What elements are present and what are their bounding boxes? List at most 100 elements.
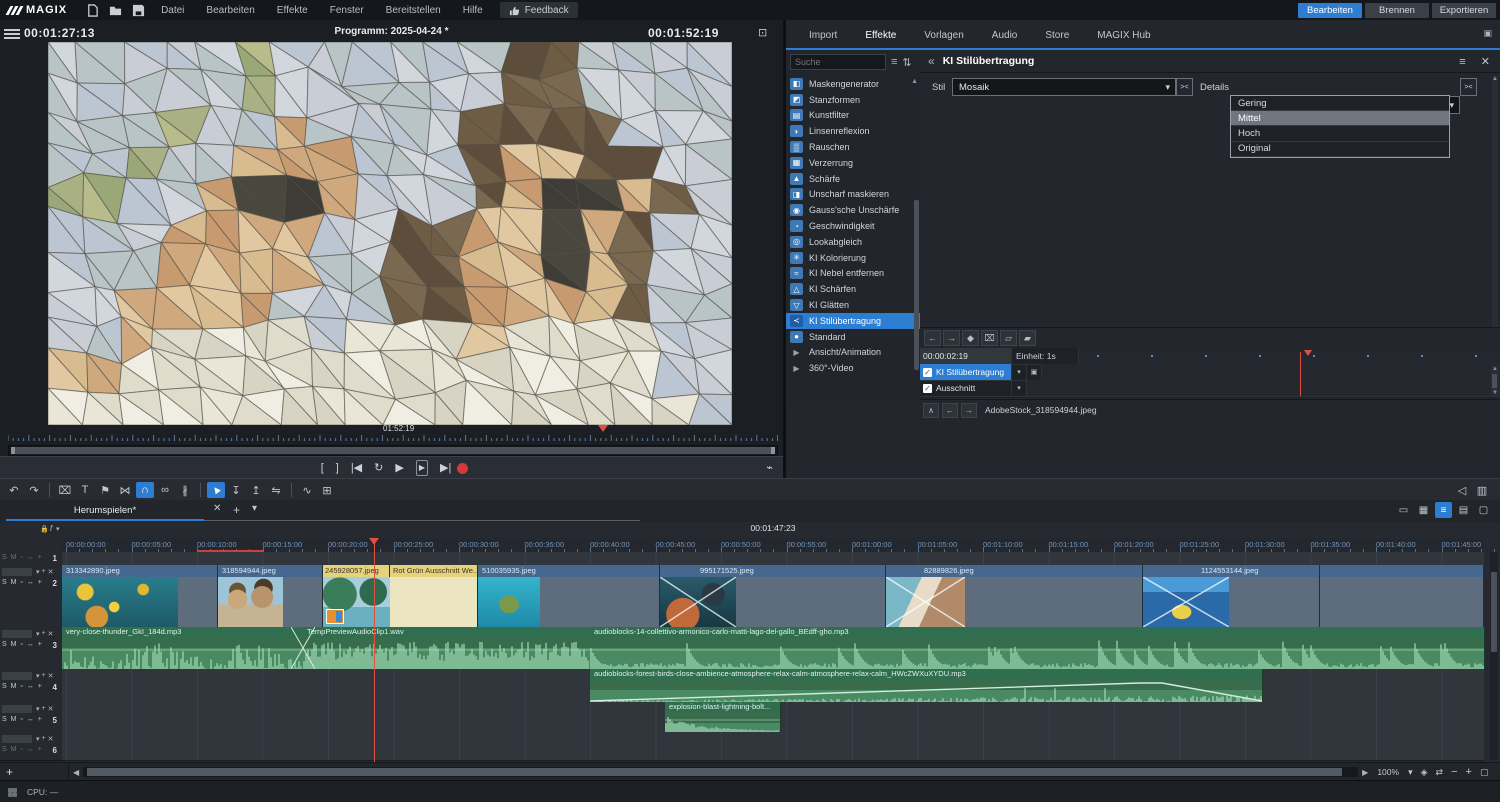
keyframe-ruler[interactable] <box>1078 348 1500 364</box>
lock-icon[interactable]: 🔒 <box>40 525 49 533</box>
range-out-icon[interactable]: ] <box>336 461 339 475</box>
mode-button-brennen[interactable]: Brennen <box>1365 3 1429 18</box>
effects-list-item[interactable]: ▒Rauschen <box>786 139 920 155</box>
timeline-vscrollbar[interactable] <box>1490 552 1498 760</box>
open-folder-icon[interactable] <box>109 4 122 17</box>
effect-menu-icon[interactable]: ≡ <box>1459 56 1465 68</box>
sort-list-icon[interactable]: ≡ <box>891 56 897 68</box>
track-name-box[interactable] <box>2 630 32 638</box>
save-icon[interactable] <box>132 4 145 17</box>
keyframe-lane[interactable] <box>1041 364 1500 380</box>
track-name-box[interactable] <box>2 705 32 713</box>
menu-bereitstellen[interactable]: Bereitstellen <box>375 5 452 16</box>
effects-list-item[interactable]: ◨Unscharf maskieren <box>786 187 920 203</box>
effects-list-item[interactable]: ◧Maskengenerator <box>786 76 920 92</box>
tab-effekte[interactable]: Effekte <box>856 28 905 48</box>
video-preview[interactable] <box>48 42 732 425</box>
effects-list-item[interactable]: ●Standard <box>786 329 920 345</box>
panel-detach-icon[interactable]: ▣ <box>1483 28 1492 39</box>
keyframe-row-checkbox[interactable]: ✓ <box>923 368 932 377</box>
scroll-right-icon[interactable]: ▶ <box>1362 768 1368 777</box>
track-name-box[interactable] <box>2 735 32 743</box>
audio-clip[interactable]: audioblocks-14-collettivo-armonico-carlo… <box>590 627 1485 669</box>
video-clip[interactable]: 82889826.jpeg <box>886 565 1143 627</box>
menu-datei[interactable]: Datei <box>150 5 195 16</box>
effects-list-item[interactable]: ◉Gauss'sche Unschärfe <box>786 202 920 218</box>
effects-list-item[interactable]: ▦Verzerrung <box>786 155 920 171</box>
mixer-icon[interactable]: ▥ <box>1473 482 1491 498</box>
tab-audio[interactable]: Audio <box>983 28 1027 48</box>
video-clip[interactable]: 995171525.jpeg <box>660 565 886 627</box>
effects-list-item[interactable]: △KI Schärfen <box>786 281 920 297</box>
timeline-view-icon[interactable]: ≡ <box>1435 502 1452 518</box>
effects-list-item[interactable]: ◗Linsenreflexion <box>786 123 920 139</box>
menu-bearbeiten[interactable]: Bearbeiten <box>195 5 265 16</box>
row-expand-icon[interactable]: ▾ <box>1011 364 1026 380</box>
object-handles-icon[interactable]: ⋈ <box>116 482 134 498</box>
video-clip[interactable]: 1124553144.jpeg <box>1143 565 1320 627</box>
reset-stil-button[interactable]: >< <box>1176 78 1193 96</box>
preview-ruler[interactable]: 01:52:19 <box>8 427 778 442</box>
track-6[interactable] <box>62 732 1484 761</box>
mouse-mode-stretch-icon[interactable]: ⇋ <box>267 482 285 498</box>
storyboard-view-icon[interactable]: ▭ <box>1395 502 1412 518</box>
scene-view-icon[interactable]: ▦ <box>1415 502 1432 518</box>
row-expand-icon[interactable]: ▾ <box>1011 380 1026 396</box>
audio-clip[interactable]: TempPreviewAudioClip1.wav <box>303 627 591 669</box>
track-header-4[interactable]: ▾+✕S M ▫ ↔ +4 <box>0 669 63 703</box>
timeline-ruler[interactable]: 00:00:00:0000:00:05:0000:00:10:0000:00:1… <box>62 538 1484 553</box>
mode-button-exportieren[interactable]: Exportieren <box>1432 3 1496 18</box>
effects-list-item[interactable]: ▶360°-Video <box>786 360 920 376</box>
add-movie-icon[interactable]: + <box>233 503 240 517</box>
dropdown-option-original[interactable]: Original <box>1231 142 1449 157</box>
object-prev-icon[interactable]: ← <box>942 403 958 418</box>
object-grid-icon[interactable]: ⊞ <box>318 482 336 498</box>
paste-keyframe-icon[interactable]: ▰ <box>1019 330 1036 346</box>
audio-fade-icon[interactable]: ⌁ <box>766 461 773 474</box>
unlink-icon[interactable]: ∦ <box>176 482 194 498</box>
multicam-view-icon[interactable]: ▤ <box>1455 502 1472 518</box>
keyframe-vscrollbar[interactable]: ▲ ▼ <box>1491 366 1499 396</box>
link-icon[interactable]: ∞ <box>156 482 174 498</box>
menu-hilfe[interactable]: Hilfe <box>452 5 494 16</box>
track-header-5[interactable]: ▾+✕S M ▫ ↔ +5 <box>0 702 63 733</box>
keyframe-lane[interactable] <box>1026 380 1500 396</box>
frame-view-icon[interactable]: ▢ <box>1475 502 1492 518</box>
jump-end-icon[interactable]: ▶| <box>440 461 451 475</box>
video-clip[interactable]: 510035935.jpeg <box>478 565 660 627</box>
video-clip[interactable]: 313342890.jpeg <box>62 565 218 627</box>
stil-select[interactable]: Mosaik▾ <box>952 78 1176 96</box>
sort-order-icon[interactable]: ⇅ <box>902 56 911 69</box>
movie-menu-icon[interactable]: ▾ <box>252 503 257 514</box>
new-file-icon[interactable] <box>86 4 99 17</box>
track-1[interactable] <box>62 552 1484 566</box>
effects-list-item[interactable]: ◔Geschwindigkeit <box>786 218 920 234</box>
movie-tab[interactable]: Herumspielen* <box>6 500 204 520</box>
effect-close-icon[interactable]: ✕ <box>1481 56 1490 68</box>
tab-import[interactable]: Import <box>800 28 846 48</box>
track-name-box[interactable] <box>2 568 32 576</box>
video-clip[interactable] <box>1320 565 1484 627</box>
zoom-fit-icon[interactable]: ◈ <box>1421 767 1428 778</box>
effects-list-item[interactable]: ▤Kunstfilter <box>786 108 920 124</box>
close-movie-icon[interactable]: ✕ <box>213 503 221 514</box>
keyframe-playhead[interactable] <box>1304 350 1312 356</box>
play-range-icon[interactable]: ▶ <box>416 460 428 476</box>
next-keyframe-icon[interactable]: → <box>943 330 960 346</box>
tab-vorlagen[interactable]: Vorlagen <box>915 28 972 48</box>
marker-icon[interactable]: ⚑ <box>96 482 114 498</box>
track-header-3[interactable]: ▾+✕S M ▫ ↔ +3 <box>0 627 63 670</box>
dropdown-option-hoch[interactable]: Hoch <box>1231 126 1449 141</box>
undo-icon[interactable]: ↶ <box>5 482 23 498</box>
prev-keyframe-icon[interactable]: ← <box>924 330 941 346</box>
track-header-6[interactable]: ▾+✕S M ▫ ↔ +6 <box>0 732 63 761</box>
audio-clip[interactable]: explosion-blast-lightning-bolt... <box>665 702 781 732</box>
effects-list-item[interactable]: ▶Ansicht/Animation <box>786 345 920 361</box>
zoom-out-icon[interactable]: − <box>1451 766 1457 778</box>
scroll-left-icon[interactable]: ◀ <box>73 768 79 777</box>
play-icon[interactable]: ▶ <box>395 461 403 475</box>
copy-keyframe-icon[interactable]: ▱ <box>1000 330 1017 346</box>
jump-start-icon[interactable]: |◀ <box>351 461 362 475</box>
timeline-hscrollbar[interactable] <box>83 767 1358 777</box>
audio-clip[interactable]: audioblocks-forest-birds-close-ambience-… <box>590 669 1263 702</box>
